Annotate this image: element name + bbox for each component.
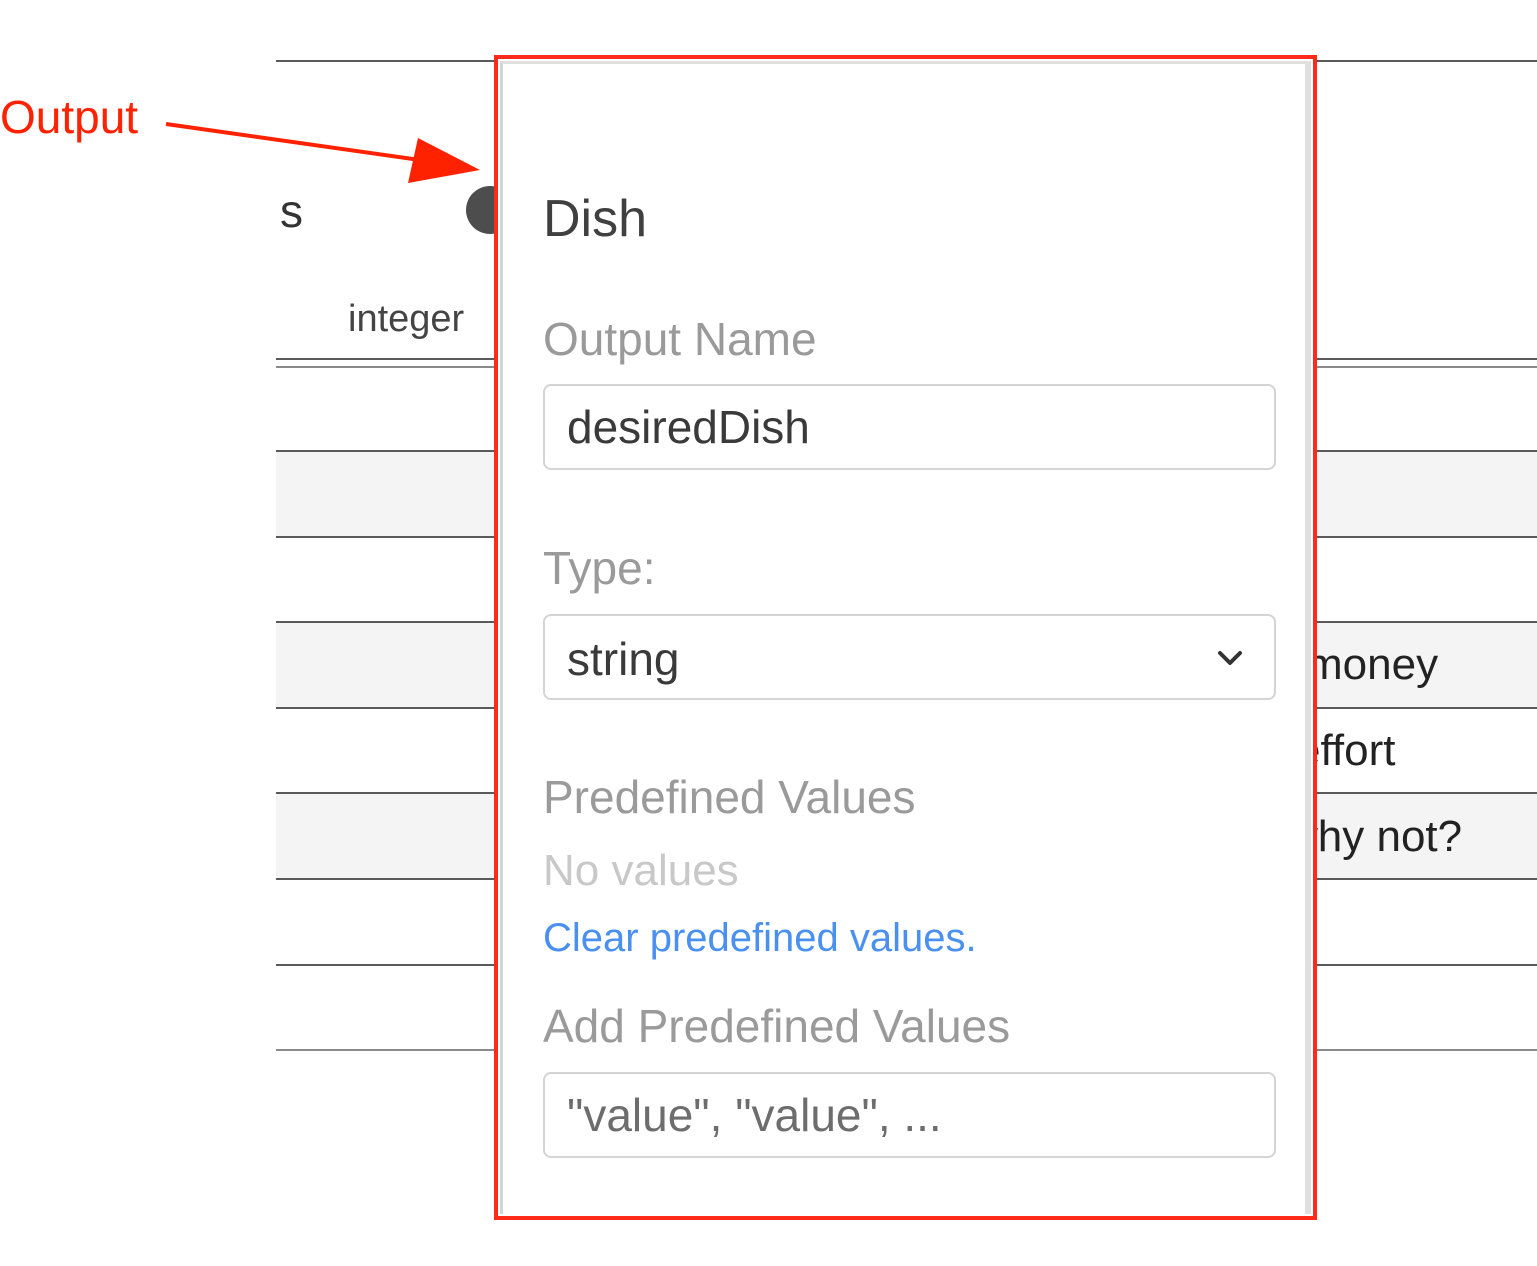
annotation-arrow-icon — [165, 122, 480, 183]
chevron-down-icon — [1218, 651, 1242, 665]
predefined-values-empty: No values — [543, 846, 739, 895]
column-type-label: integer — [348, 298, 465, 340]
output-name-input[interactable] — [543, 384, 1276, 470]
popover-title: Dish — [543, 190, 648, 248]
type-select-value: string — [567, 633, 680, 685]
add-predefined-values-input[interactable] — [543, 1072, 1276, 1158]
output-popover: Dish Output Name Type: string Predefined… — [494, 55, 1317, 1220]
type-label: Type: — [543, 542, 656, 594]
output-name-label: Output Name — [543, 313, 817, 365]
table-cell: money — [1306, 640, 1439, 689]
type-select[interactable]: string — [543, 614, 1276, 700]
add-predefined-values-label: Add Predefined Values — [543, 1000, 1011, 1052]
clear-predefined-values-link[interactable]: Clear predefined values. — [543, 916, 977, 961]
predefined-values-label: Predefined Values — [543, 771, 916, 823]
popover-panel: Dish Output Name Type: string Predefined… — [500, 61, 1311, 1214]
